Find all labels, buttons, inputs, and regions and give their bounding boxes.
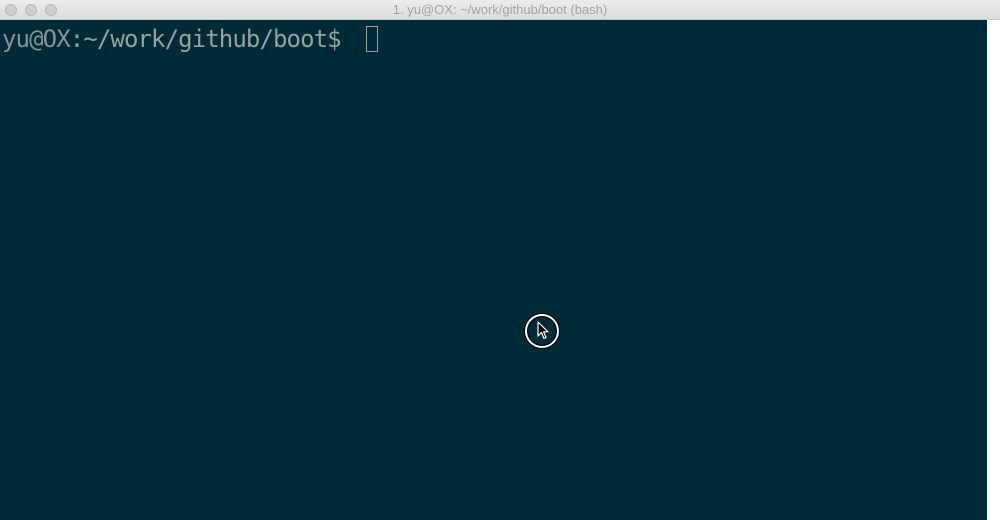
prompt-user-host: yu@OX [2,25,71,53]
window-title: 1. yu@OX: ~/work/github/boot (bash) [392,2,608,17]
terminal-window: 1. yu@OX: ~/work/github/boot (bash) yu@O… [0,0,1000,520]
shell-prompt: yu@OX:~/work/github/boot$ [2,24,354,54]
arrow-cursor-icon [537,321,549,340]
terminal-area[interactable]: yu@OX:~/work/github/boot$ [0,20,987,520]
text-cursor [366,26,378,52]
prompt-path: :~/work/github/boot$ [69,25,355,53]
mouse-pointer-icon [525,314,559,348]
scrollbar[interactable] [987,20,1000,520]
title-bar[interactable]: 1. yu@OX: ~/work/github/boot (bash) [0,0,1000,20]
